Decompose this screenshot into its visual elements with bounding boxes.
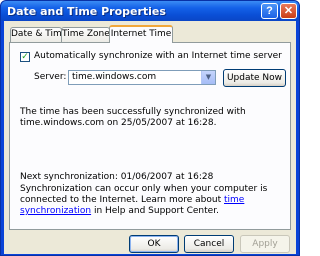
internet-time-panel: ✓ Automatically synchronize with an Inte…	[9, 42, 291, 230]
auto-sync-checkbox[interactable]: ✓	[20, 52, 30, 62]
tab-internet-time[interactable]: Internet Time	[109, 25, 173, 43]
update-now-button[interactable]: Update Now	[223, 69, 286, 87]
ok-button[interactable]: OK	[129, 235, 179, 253]
sync-info-text: Synchronization can occur only when your…	[20, 184, 282, 217]
tab-label: Time Zone	[62, 29, 110, 39]
date-time-properties-window: Date and Time Properties ? ✕ Date & Time…	[0, 0, 300, 256]
tab-time-zone[interactable]: Time Zone	[61, 27, 110, 42]
dialog-body: Date & Time Time Zone Internet Time ✓ Au…	[4, 21, 296, 254]
tab-label: Internet Time	[110, 29, 172, 39]
close-icon: ✕	[283, 5, 294, 17]
auto-sync-label[interactable]: Automatically synchronize with an Intern…	[34, 51, 282, 61]
help-icon: ?	[266, 5, 273, 17]
help-button[interactable]: ?	[261, 3, 278, 19]
next-sync-text: Next synchronization: 01/06/2007 at 16:2…	[20, 172, 214, 182]
apply-button[interactable]: Apply	[240, 235, 290, 253]
checkmark-icon: ✓	[21, 52, 29, 62]
window-title: Date and Time Properties	[7, 5, 166, 18]
apply-label: Apply	[252, 239, 278, 249]
cancel-button[interactable]: Cancel	[184, 235, 234, 253]
tab-date-time[interactable]: Date & Time	[10, 27, 67, 42]
server-label: Server:	[34, 72, 67, 82]
server-dropdown[interactable]: time.windows.com ▼	[68, 70, 216, 85]
chevron-down-icon[interactable]: ▼	[201, 71, 215, 84]
cancel-label: Cancel	[193, 239, 225, 249]
tab-label: Date & Time	[11, 29, 68, 39]
sync-status-text: The time has been successfully synchroni…	[20, 107, 246, 128]
update-now-label: Update Now	[226, 73, 283, 83]
title-bar[interactable]: Date and Time Properties ? ✕	[1, 1, 299, 21]
ok-label: OK	[147, 239, 161, 249]
sync-info-after: in Help and Support Center.	[91, 206, 219, 216]
server-value: time.windows.com	[72, 72, 157, 82]
close-button[interactable]: ✕	[280, 3, 297, 19]
